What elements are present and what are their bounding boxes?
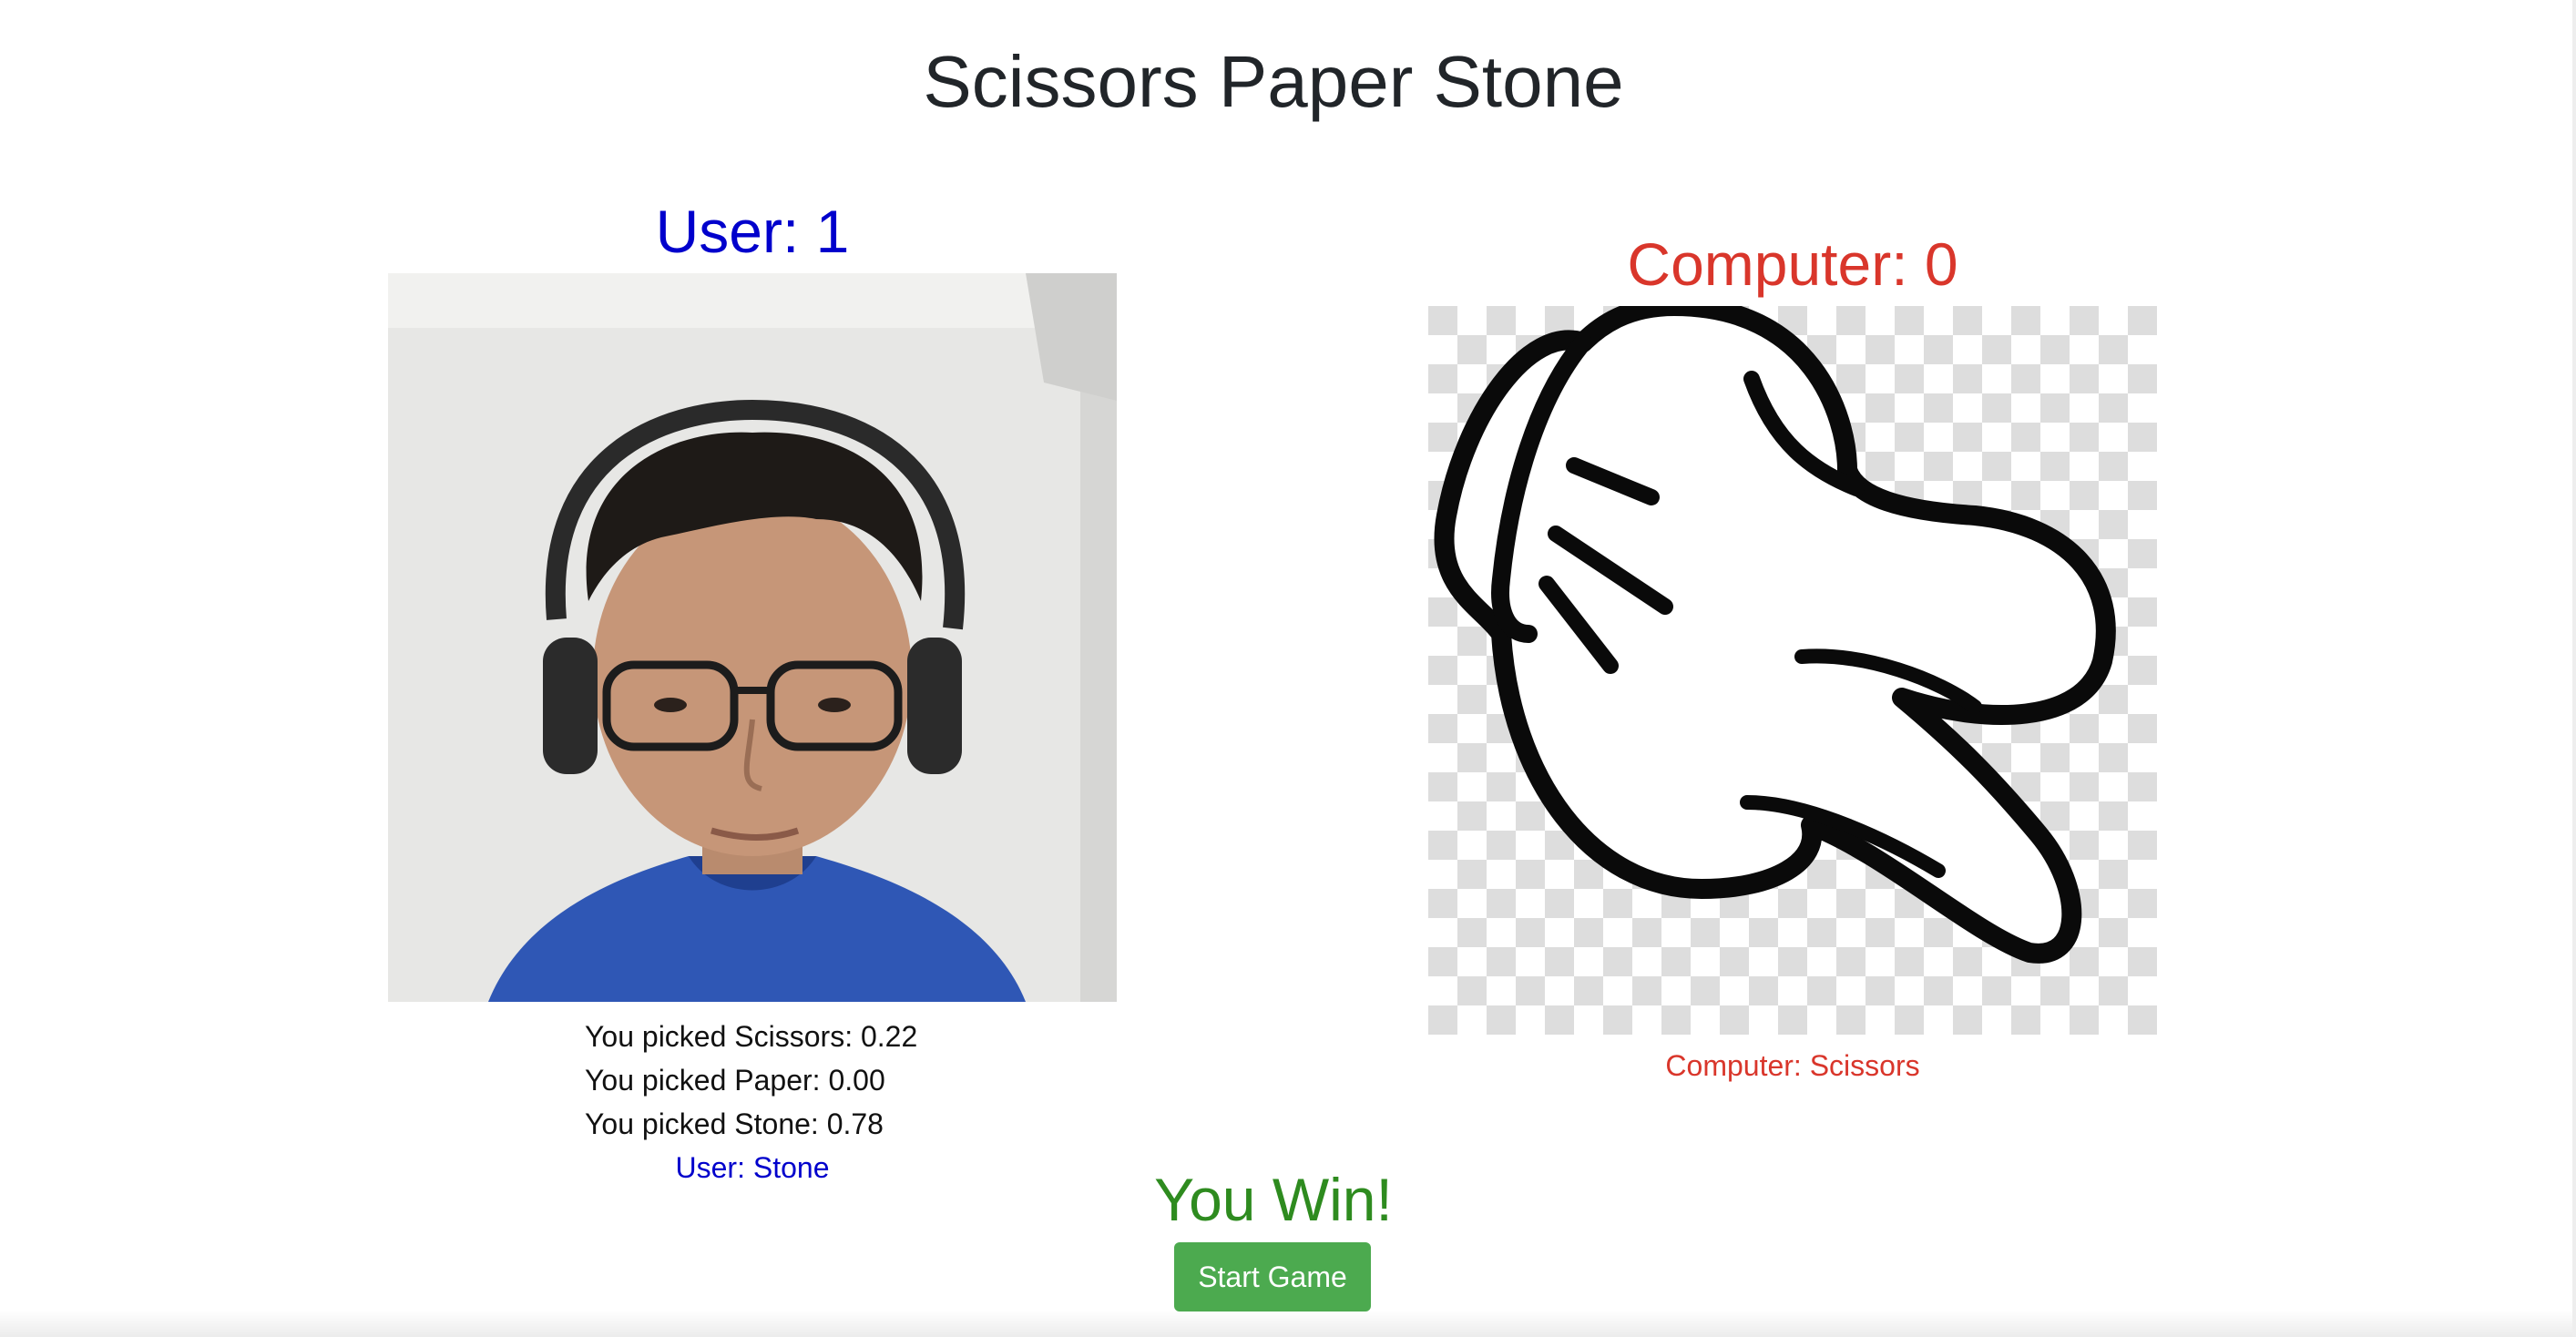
user-score: User: 1 — [655, 198, 850, 265]
result-message: You Win! — [1154, 1166, 1393, 1233]
page-title: Scissors Paper Stone — [923, 41, 1624, 122]
probability-list: You picked Scissors: 0.22 You picked Pap… — [388, 1015, 1117, 1146]
computer-hand-image — [1428, 306, 2157, 1035]
computer-score: Computer: 0 — [1627, 230, 1958, 298]
probability-paper: You picked Paper: 0.00 — [585, 1064, 885, 1097]
probability-scissors: You picked Scissors: 0.22 — [585, 1020, 918, 1053]
game-page: Scissors Paper Stone User: 1 You picked … — [0, 0, 2576, 1337]
scissors-hand-icon — [1428, 306, 2157, 1035]
scrollbar-track[interactable] — [2572, 0, 2576, 1337]
webcam-image — [388, 273, 1117, 1002]
probability-stone: You picked Stone: 0.78 — [585, 1107, 884, 1140]
user-panel: User: 1 You picked Scissors: 0.22 You pi… — [388, 191, 1117, 1189]
start-game-button[interactable]: Start Game — [1174, 1242, 1371, 1311]
computer-panel: Computer: 0 Computer: Scissors — [1428, 224, 2157, 1087]
bottom-shadow — [0, 1310, 2576, 1337]
computer-choice-label: Computer: Scissors — [1665, 1049, 1920, 1082]
webcam-feed — [388, 273, 1117, 1002]
